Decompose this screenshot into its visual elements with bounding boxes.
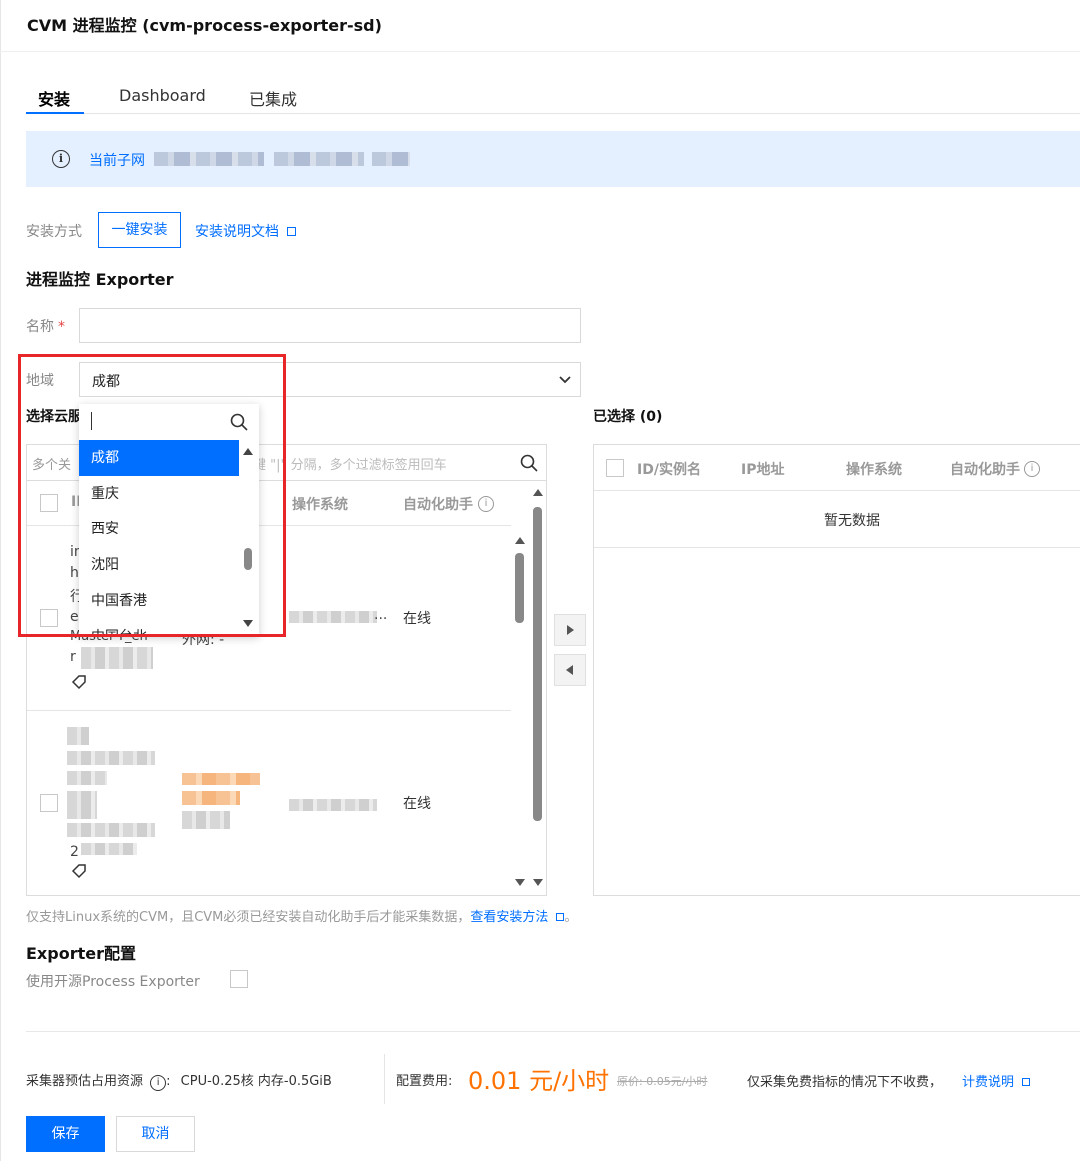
subnet-value-redacted xyxy=(274,152,364,166)
search-icon[interactable] xyxy=(520,454,538,472)
tab-bar: 安装 Dashboard 已集成 xyxy=(26,84,1080,114)
scroll-up-icon[interactable] xyxy=(533,489,543,496)
help-icon[interactable]: i xyxy=(478,496,494,512)
arrow-right-icon xyxy=(567,625,574,635)
col-agent: 自动化助手 xyxy=(950,462,1020,478)
redacted-ip xyxy=(182,773,260,785)
tab-install[interactable]: 安装 xyxy=(38,86,70,110)
col-id-name: ID/实例名 xyxy=(637,462,701,478)
subnet-value-redacted xyxy=(154,152,264,166)
external-link-icon xyxy=(1022,1078,1031,1086)
name-label: 名称 * xyxy=(26,316,65,336)
arrow-left-icon xyxy=(566,665,573,675)
opensource-checkbox[interactable] xyxy=(230,970,248,988)
tag-icon[interactable] xyxy=(71,863,87,879)
fee-value: 0.01 元/小时 xyxy=(468,1067,610,1095)
page-title: CVM 进程监控 (cvm-process-exporter-sd) xyxy=(27,16,382,35)
subnet-value-redacted xyxy=(372,152,410,166)
row-checkbox[interactable] xyxy=(40,794,58,812)
info-icon: i xyxy=(52,150,70,168)
hint-line: 仅支持Linux系统的CVM，且CVM必须已经安装自动化助手后才能采集数据，查看… xyxy=(26,906,577,925)
help-icon[interactable]: i xyxy=(150,1075,167,1091)
opensource-label: 使用开源Process Exporter xyxy=(26,974,200,990)
move-left-button[interactable] xyxy=(554,654,586,686)
one-click-install-button[interactable]: 一键安装 xyxy=(98,212,181,248)
exporter-section-title: 进程监控 Exporter xyxy=(26,270,174,289)
install-method-link[interactable]: 查看安装方法 xyxy=(470,910,548,925)
scroll-down-icon[interactable] xyxy=(533,879,543,886)
ellipsis-text: ... xyxy=(374,607,388,623)
tab-dashboard[interactable]: Dashboard xyxy=(119,86,206,105)
redacted-text xyxy=(67,771,107,785)
free-note: 仅采集免费指标的情况下不收费， xyxy=(747,1075,943,1090)
redacted-text xyxy=(67,751,155,765)
select-all-checkbox[interactable] xyxy=(606,459,624,477)
scroll-up-icon[interactable] xyxy=(515,537,525,544)
move-right-button[interactable] xyxy=(554,614,586,646)
subnet-label: 当前子网 xyxy=(89,153,145,169)
empty-row: 暂无数据 xyxy=(594,491,1080,548)
row-status: 在线 xyxy=(403,796,431,812)
tab-active-indicator xyxy=(26,112,84,114)
tab-integrated[interactable]: 已集成 xyxy=(249,86,297,110)
selected-panel: ID/实例名 IP地址 操作系统 自动化助手 i 暂无数据 xyxy=(593,444,1080,896)
external-link-icon xyxy=(287,227,296,236)
redacted-ip xyxy=(182,811,230,829)
footer-separator xyxy=(384,1054,385,1104)
save-button[interactable]: 保存 xyxy=(26,1116,105,1152)
col-os: 操作系统 xyxy=(846,462,902,478)
name-label-text: 名称 xyxy=(26,319,54,335)
row-status: 在线 xyxy=(403,611,431,627)
selected-table-header: ID/实例名 IP地址 操作系统 自动化助手 i xyxy=(594,445,1080,491)
tag-icon[interactable] xyxy=(71,674,87,690)
redacted-text xyxy=(67,823,155,837)
scroll-down-icon[interactable] xyxy=(515,879,525,886)
redacted-text xyxy=(81,843,137,855)
exporter-config-title: Exporter配置 xyxy=(26,944,136,963)
row-id-fragment: 2 xyxy=(70,844,79,860)
col-agent: 自动化助手 xyxy=(403,497,473,513)
redacted-ip xyxy=(182,791,240,805)
billing-link-text: 计费说明 xyxy=(962,1075,1015,1090)
footer-divider xyxy=(26,1031,1080,1032)
subnet-notice: i 当前子网 xyxy=(26,131,1080,187)
required-mark: * xyxy=(58,319,65,335)
col-ip: IP地址 xyxy=(741,462,785,478)
highlight-box xyxy=(18,354,286,637)
page-header: CVM 进程监控 (cvm-process-exporter-sd) xyxy=(0,0,1080,52)
install-doc-link-text: 安装说明文档 xyxy=(195,224,279,240)
fee-label: 配置费用: xyxy=(396,1074,453,1089)
resource-estimate: 采集器预估占用资源 i: CPU-0.25核 内存-0.5GiB xyxy=(26,1074,332,1091)
cancel-button[interactable]: 取消 xyxy=(116,1116,195,1152)
hint-tail: 。 xyxy=(564,910,578,925)
install-method-label: 安装方式 xyxy=(26,224,82,240)
page-left-border xyxy=(0,0,1,1161)
inner-scrollbar[interactable] xyxy=(511,527,529,897)
billing-link[interactable]: 计费说明 xyxy=(962,1071,1031,1090)
redacted-text xyxy=(81,647,153,669)
row-id-fragment: r xyxy=(70,649,76,665)
empty-text: 暂无数据 xyxy=(824,513,880,529)
hint-text: 仅支持Linux系统的CVM，且CVM必须已经安装自动化助手后才能采集数据， xyxy=(26,910,471,925)
outer-scrollbar[interactable] xyxy=(529,481,547,895)
scroll-thumb[interactable] xyxy=(515,553,524,623)
redacted-text xyxy=(67,791,97,819)
original-price: 原价: 0.05元/小时 xyxy=(617,1075,708,1088)
name-input[interactable] xyxy=(79,308,581,343)
redacted-os xyxy=(289,611,377,623)
scroll-thumb[interactable] xyxy=(533,507,542,821)
col-os: 操作系统 xyxy=(292,497,348,513)
external-link-icon xyxy=(556,913,565,921)
table-row[interactable]: 2 在线 xyxy=(27,711,511,896)
resource-label: 采集器预估占用资源 xyxy=(26,1074,144,1089)
selected-title: 已选择 (0) xyxy=(593,409,663,425)
help-icon[interactable]: i xyxy=(1024,461,1040,477)
install-doc-link[interactable]: 安装说明文档 xyxy=(195,221,296,241)
redacted-os xyxy=(289,799,377,811)
redacted-text xyxy=(67,727,89,745)
chevron-down-icon xyxy=(559,376,571,384)
resource-value: CPU-0.25核 内存-0.5GiB xyxy=(180,1074,332,1089)
